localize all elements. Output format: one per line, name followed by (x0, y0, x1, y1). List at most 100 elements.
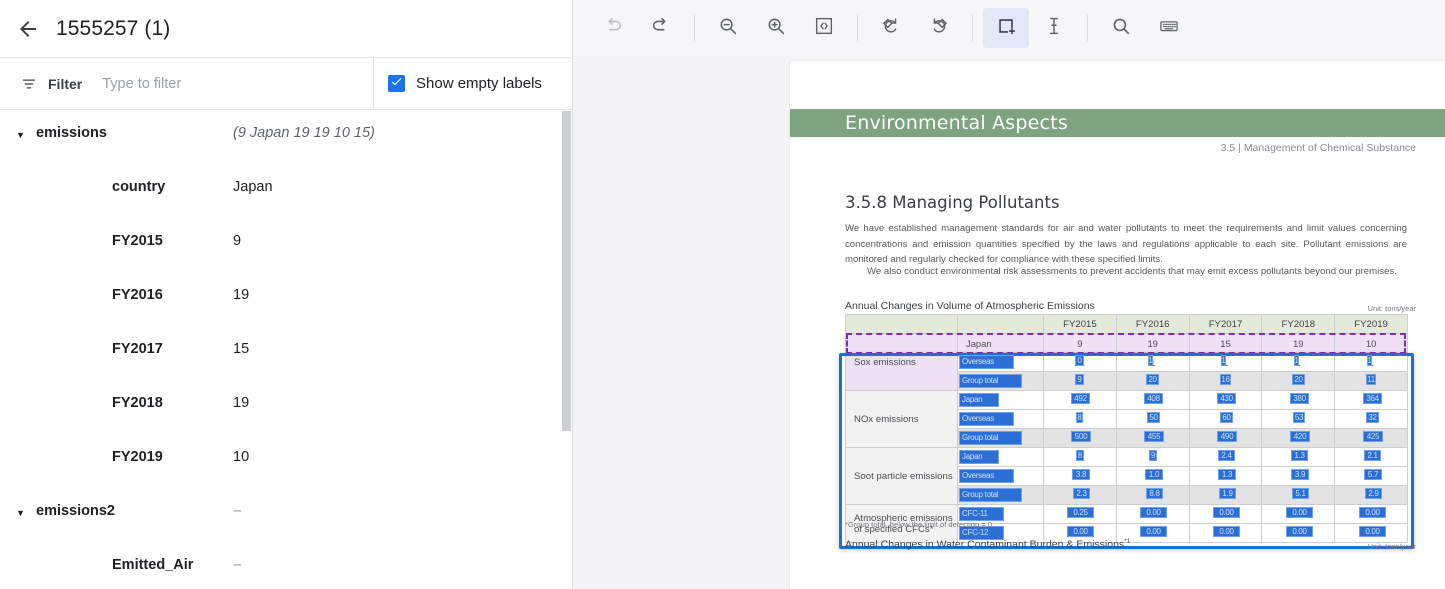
document-viewport[interactable]: Environmental Aspects 3.5 | Management o… (573, 56, 1445, 589)
checkbox-show-empty-labels[interactable] (388, 75, 405, 92)
keyboard-icon (1158, 15, 1180, 42)
list-item[interactable]: ▼emissions (9 Japan 19 19 10 15) (0, 111, 561, 165)
emissions-table[interactable]: FY2015 FY2016 FY2017 FY2018 FY2019 Sox e… (845, 314, 1408, 543)
text-cursor-button[interactable] (1031, 8, 1077, 48)
app-root: 1555257 (1) Filter (0, 0, 1445, 589)
tree-value: 19 (233, 287, 249, 303)
filter-lines-icon (20, 75, 38, 93)
zoom-out-button[interactable] (705, 8, 751, 48)
row-category: NOx emissions (846, 391, 958, 448)
table-cell: 1.9 (1189, 486, 1262, 505)
table-caption-2-text: Annual Changes in Water Contaminant Burd… (845, 539, 1124, 551)
row-label: Japan (958, 391, 1044, 410)
search-input[interactable] (102, 76, 342, 92)
table-cell: 0.25 (1044, 505, 1117, 524)
table-row[interactable]: Soot particle emissions Japan 8 9 2.4 1.… (846, 448, 1408, 467)
table-cell: 16 (1189, 372, 1262, 391)
zoom-in-icon (765, 15, 787, 42)
tree-key: emissions (36, 125, 107, 141)
list-item[interactable]: Emitted_Air -- (0, 543, 561, 589)
tree-key: FY2015 (112, 233, 163, 249)
table-cell: 19 (1262, 334, 1335, 353)
table-cell: 20 (1116, 372, 1189, 391)
table-cell: 1 (1116, 353, 1189, 372)
table-cell: 1 (1335, 353, 1408, 372)
row-label: Overseas (958, 353, 1044, 372)
footnote-marker: *1 (1124, 538, 1130, 545)
rotate-left-icon (880, 15, 902, 42)
table-row[interactable]: Sox emissions Japan 9 19 15 19 10 (846, 334, 1408, 353)
column-header: FY2016 (1116, 315, 1189, 334)
tree-key: country (112, 179, 165, 195)
section-heading: 3.5.8 Managing Pollutants (845, 193, 1060, 212)
table-cell: 492 (1044, 391, 1117, 410)
code-view-button[interactable] (801, 8, 847, 48)
row-label: Overseas (958, 467, 1044, 486)
table-cell: 420 (1262, 429, 1335, 448)
tree-key: FY2018 (112, 395, 163, 411)
add-region-button[interactable] (983, 8, 1029, 48)
toolbar-divider (694, 15, 695, 41)
pdf-page[interactable]: Environmental Aspects 3.5 | Management o… (790, 61, 1445, 589)
table-cell: 1 (1189, 353, 1262, 372)
row-label: Group total (958, 486, 1044, 505)
scrollbar-thumb[interactable] (562, 111, 571, 431)
table-cell: 0.00 (1262, 524, 1335, 543)
row-label: Japan (958, 448, 1044, 467)
tree-value: -- (233, 503, 241, 519)
row-label: Group total (958, 429, 1044, 448)
caret-spacer (16, 233, 36, 235)
panel-header: 1555257 (1) (0, 0, 572, 58)
list-item[interactable]: FY2018 19 (0, 381, 561, 435)
list-item[interactable]: ▼emissions2 -- (0, 489, 561, 543)
body-paragraph: We have established management standards… (845, 221, 1407, 268)
label-tree: ▼emissions (9 Japan 19 19 10 15) country… (0, 111, 561, 589)
tree-value: 10 (233, 449, 249, 465)
row-label: Japan (958, 334, 1044, 353)
table-cell: 5.7 (1335, 467, 1408, 486)
table-row[interactable]: NOx emissions Japan 492 408 430 380 364 (846, 391, 1408, 410)
list-item[interactable]: FY2017 15 (0, 327, 561, 381)
rotate-left-button[interactable] (868, 8, 914, 48)
show-empty-labels-toggle[interactable]: Show empty labels (374, 58, 572, 109)
list-item[interactable]: country Japan (0, 165, 561, 219)
text-cursor-icon (1043, 15, 1065, 42)
tree-key: FY2017 (112, 341, 163, 357)
list-item[interactable]: FY2015 9 (0, 219, 561, 273)
back-button[interactable] (0, 1, 56, 57)
table-cell: 50 (1116, 410, 1189, 429)
tree-key: Emitted_Air (112, 557, 193, 573)
list-item[interactable]: FY2019 10 (0, 435, 561, 489)
table-cell: 364 (1335, 391, 1408, 410)
code-view-icon (813, 15, 835, 42)
caret-spacer (16, 449, 36, 451)
table-cell: 20 (1262, 372, 1335, 391)
filter-zone[interactable]: Filter (0, 58, 374, 109)
sidebar-scrollbar[interactable] (560, 111, 572, 589)
tree-value: (9 Japan 19 19 10 15) (233, 125, 375, 141)
search-button[interactable] (1098, 8, 1144, 48)
list-item[interactable]: FY2016 19 (0, 273, 561, 327)
chevron-down-icon[interactable]: ▼ (16, 125, 36, 143)
table-corner-cell (846, 315, 958, 334)
table-cell: 11 (1335, 372, 1408, 391)
table-cell: 19 (1116, 334, 1189, 353)
chevron-down-icon[interactable]: ▼ (16, 503, 36, 521)
rotate-right-button[interactable] (916, 8, 962, 48)
add-region-icon (995, 15, 1017, 42)
table-cell: 1 (1262, 353, 1335, 372)
keyboard-button[interactable] (1146, 8, 1192, 48)
undo-button[interactable] (590, 8, 636, 48)
toolbar-divider (1087, 15, 1088, 41)
table-cell: 1.3 (1189, 467, 1262, 486)
table-cell: 455 (1116, 429, 1189, 448)
redo-button[interactable] (638, 8, 684, 48)
table-cell: 2.3 (1044, 486, 1117, 505)
caret-spacer (16, 287, 36, 289)
zoom-in-button[interactable] (753, 8, 799, 48)
table-cell: 0.00 (1262, 505, 1335, 524)
column-header: FY2017 (1189, 315, 1262, 334)
table-cell: 3.9 (1262, 467, 1335, 486)
table-cell: 0.00 (1335, 524, 1408, 543)
table-header-row: FY2015 FY2016 FY2017 FY2018 FY2019 (846, 315, 1408, 334)
